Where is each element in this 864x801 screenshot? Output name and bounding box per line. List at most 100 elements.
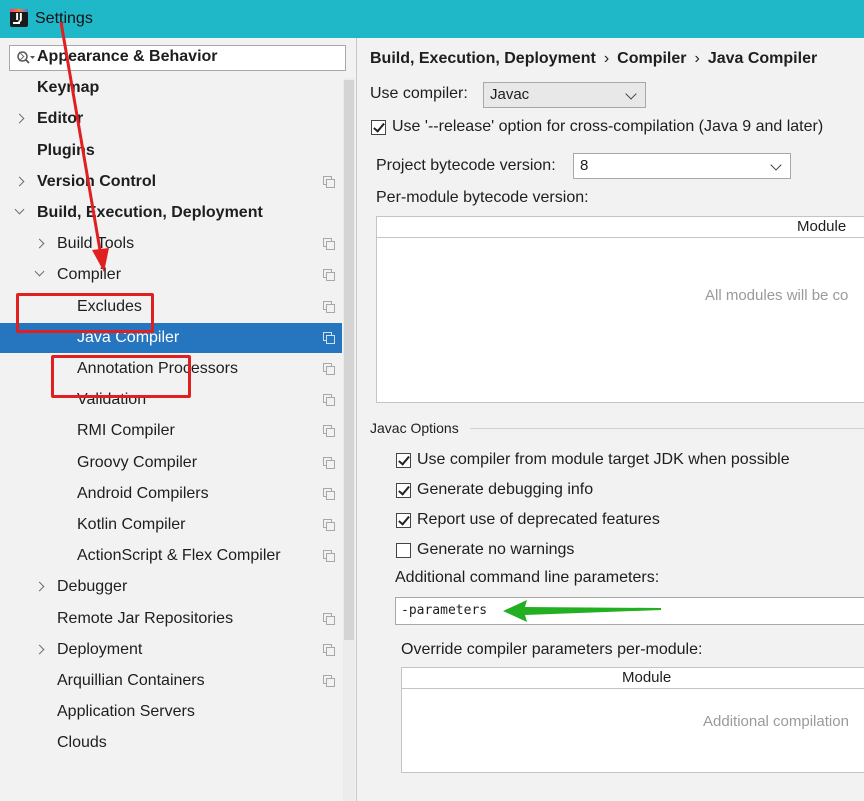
override-params-table[interactable]: Module Additional compilation bbox=[401, 667, 864, 773]
use-compiler-dropdown[interactable]: Javac bbox=[483, 82, 646, 108]
breadcrumb-item: Compiler bbox=[617, 50, 687, 67]
project-settings-icon bbox=[323, 425, 335, 438]
compiler-highlight-box bbox=[16, 293, 154, 333]
sidebar-item-android-compilers[interactable]: Android Compilers bbox=[0, 479, 342, 509]
bytecode-version-label: Project bytecode version: bbox=[376, 157, 556, 174]
chevron-down-icon[interactable] bbox=[14, 204, 25, 215]
chevron-down-icon[interactable] bbox=[34, 266, 45, 277]
sidebar-item-label: ActionScript & Flex Compiler bbox=[77, 547, 281, 565]
sidebar-item-application-servers[interactable]: Application Servers bbox=[0, 697, 342, 727]
option-label-deprecated: Report use of deprecated features bbox=[417, 511, 660, 528]
project-settings-icon bbox=[323, 394, 335, 407]
project-settings-icon bbox=[323, 300, 335, 313]
sidebar-item-remote-jar-repositories[interactable]: Remote Jar Repositories bbox=[0, 604, 342, 634]
chevron-right-icon[interactable] bbox=[34, 238, 45, 249]
per-module-bytecode-table[interactable]: Module All modules will be co bbox=[376, 216, 864, 403]
sidebar-item-kotlin-compiler[interactable]: Kotlin Compiler bbox=[0, 510, 342, 540]
sidebar-item-label: Groovy Compiler bbox=[77, 453, 198, 471]
project-settings-icon bbox=[323, 643, 335, 656]
chevron-down-icon bbox=[625, 88, 637, 100]
additional-params-input[interactable]: -parameters bbox=[395, 597, 864, 625]
project-settings-icon bbox=[323, 175, 335, 188]
chevron-right-icon[interactable] bbox=[14, 51, 25, 62]
section-divider bbox=[470, 428, 864, 429]
title-bar: IJ Settings bbox=[0, 0, 864, 38]
tree-scrollbar[interactable] bbox=[343, 78, 355, 801]
sidebar-item-label: Arquillian Containers bbox=[57, 672, 205, 689]
project-settings-icon bbox=[323, 519, 335, 531]
sidebar-item-editor[interactable]: Editor bbox=[0, 104, 342, 134]
sidebar-item-keymap[interactable]: Keymap bbox=[0, 73, 342, 103]
module-column-header[interactable]: Module bbox=[622, 668, 671, 688]
sidebar-item-compiler[interactable]: Compiler bbox=[0, 260, 342, 290]
project-settings-icon bbox=[323, 675, 335, 687]
tree-scrollbar-thumb[interactable] bbox=[344, 80, 354, 640]
breadcrumb-separator: › bbox=[603, 50, 610, 67]
sidebar-item-label: Build Tools bbox=[57, 235, 135, 253]
window-title: Settings bbox=[35, 10, 93, 27]
project-settings-icon bbox=[323, 238, 335, 251]
sidebar-item-plugins[interactable]: Plugins bbox=[0, 136, 342, 166]
sidebar-item-clouds[interactable]: Clouds bbox=[0, 728, 342, 758]
sidebar-item-debugger[interactable]: Debugger bbox=[0, 572, 342, 602]
sidebar-item-arquillian-containers[interactable]: Arquillian Containers bbox=[0, 666, 342, 696]
option-label-no-warnings: Generate no warnings bbox=[417, 541, 575, 558]
sidebar-item-label: RMI Compiler bbox=[77, 422, 175, 440]
option-label-debugging-info: Generate debugging info bbox=[417, 481, 594, 498]
settings-tree-panel: Appearance & Behavior Keymap Editor Plugins… bbox=[0, 38, 357, 801]
project-settings-icon bbox=[323, 456, 335, 469]
breadcrumb-item: Build, Execution, Deployment bbox=[370, 50, 596, 67]
option-checkbox-target-jdk[interactable] bbox=[396, 453, 411, 468]
option-checkbox-deprecated[interactable] bbox=[396, 513, 411, 528]
chevron-right-icon[interactable] bbox=[34, 644, 45, 655]
sidebar-item-deployment[interactable]: Deployment bbox=[0, 635, 342, 665]
sidebar-item-label: Application Servers bbox=[57, 703, 195, 721]
chevron-right-icon[interactable] bbox=[34, 581, 45, 592]
sidebar-item-label: Build, Execution, Deployment bbox=[37, 204, 263, 221]
sidebar-item-label: Editor bbox=[37, 110, 84, 128]
sidebar-item-label: Plugins bbox=[37, 141, 95, 159]
sidebar-item-label: Compiler bbox=[57, 266, 122, 284]
option-label-target-jdk: Use compiler from module target JDK when… bbox=[417, 451, 790, 468]
project-settings-icon bbox=[323, 269, 335, 282]
sidebar-item-build-execution-deployment[interactable]: Build, Execution, Deployment bbox=[0, 198, 342, 228]
sidebar-item-version-control[interactable]: Version Control bbox=[0, 167, 342, 197]
sidebar-item-appearance-behavior[interactable]: Appearance & Behavior bbox=[0, 42, 342, 72]
chevron-right-icon[interactable] bbox=[14, 176, 25, 187]
java-compiler-settings: Build, Execution, Deployment › Compiler › Ja… bbox=[357, 38, 864, 801]
project-settings-icon bbox=[323, 331, 335, 344]
project-settings-icon bbox=[323, 363, 335, 375]
empty-table-text: All modules will be co bbox=[705, 287, 849, 304]
option-checkbox-debugging-info[interactable] bbox=[396, 483, 411, 498]
breadcrumb-item: Java Compiler bbox=[707, 50, 818, 67]
sidebar-item-label: Appearance & Behavior bbox=[37, 48, 218, 65]
option-checkbox-no-warnings[interactable] bbox=[396, 543, 411, 558]
release-option-checkbox[interactable] bbox=[371, 120, 386, 135]
empty-table-text: Additional compilation bbox=[703, 713, 849, 730]
sidebar-item-build-tools[interactable]: Build Tools bbox=[0, 229, 342, 259]
java-compiler-highlight-box bbox=[51, 355, 191, 398]
sidebar-item-actionscript-flex-compiler[interactable]: ActionScript & Flex Compiler bbox=[0, 541, 342, 571]
sidebar-item-label: Version Control bbox=[37, 172, 157, 190]
additional-params-label: Additional command line parameters: bbox=[395, 569, 660, 586]
sidebar-item-label: Deployment bbox=[57, 640, 143, 658]
use-compiler-value: Javac bbox=[490, 86, 530, 103]
breadcrumb-separator: › bbox=[694, 50, 700, 67]
sidebar-item-label: Remote Jar Repositories bbox=[57, 609, 234, 627]
chevron-down-icon bbox=[770, 159, 782, 171]
table-header: Module bbox=[402, 668, 864, 689]
bytecode-version-dropdown[interactable]: 8 bbox=[573, 153, 791, 179]
release-option-label: Use '--release' option for cross-compila… bbox=[392, 118, 824, 135]
chevron-right-icon[interactable] bbox=[14, 113, 25, 124]
use-compiler-label: Use compiler: bbox=[370, 85, 468, 102]
sidebar-item-label: Clouds bbox=[57, 734, 107, 752]
javac-options-title: Javac Options bbox=[370, 420, 459, 436]
project-settings-icon bbox=[323, 612, 335, 625]
sidebar-item-rmi-compiler[interactable]: RMI Compiler bbox=[0, 416, 342, 446]
module-column-header[interactable]: Module bbox=[797, 217, 846, 237]
sidebar-item-groovy-compiler[interactable]: Groovy Compiler bbox=[0, 448, 342, 478]
project-settings-icon bbox=[323, 487, 335, 500]
table-header: Module bbox=[377, 217, 864, 238]
breadcrumb: Build, Execution, Deployment › Compiler › Ja… bbox=[370, 50, 817, 68]
intellij-app-icon: IJ bbox=[10, 9, 28, 27]
